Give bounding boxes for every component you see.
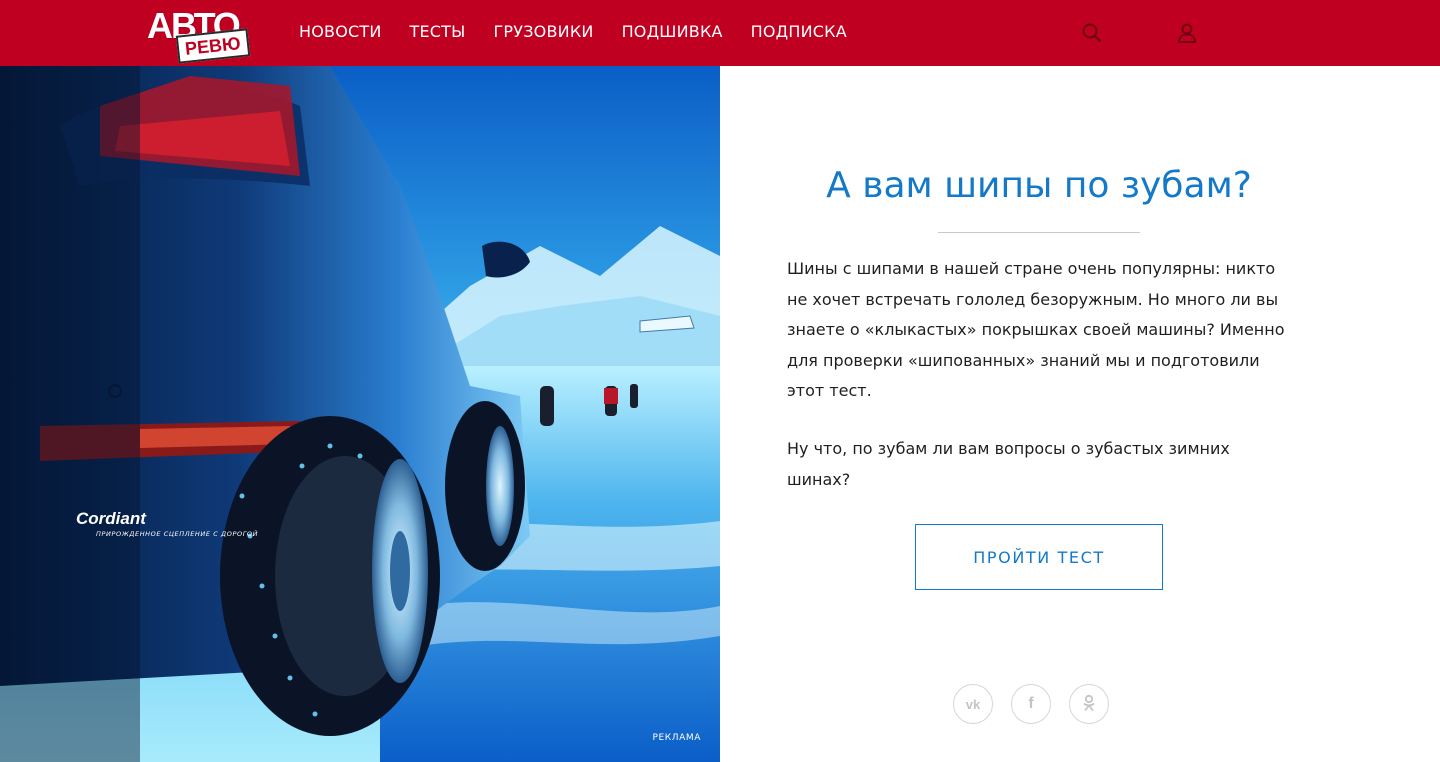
article-intro: Шины с шипами в нашей стране очень попул… [787,259,1285,400]
promo-brand-logo: Cordiant [76,509,146,528]
start-test-button[interactable]: ПРОЙТИ ТЕСТ [915,524,1163,590]
share-vk-button[interactable]: vk [953,684,993,724]
search-button[interactable] [1079,20,1105,46]
site-header: АВТО РЕВЮ НОВОСТИ ТЕСТЫ ГРУЗОВИКИ ПОДШИВ… [0,0,1440,66]
article-question: Ну что, по зубам ли вам вопросы о зубаст… [787,439,1230,489]
site-logo[interactable]: АВТО РЕВЮ [147,6,259,64]
facebook-icon: f [1028,695,1034,712]
nav-item-tests[interactable]: ТЕСТЫ [410,20,466,44]
user-button[interactable] [1174,20,1200,46]
nav-item-archive[interactable]: ПОДШИВКА [622,20,723,44]
share-buttons: vk f [953,684,1109,724]
share-facebook-button[interactable]: f [1011,684,1051,724]
nav-item-news[interactable]: НОВОСТИ [299,20,382,44]
logo-bottom-text: РЕВЮ [175,28,250,64]
promo-image [0,66,720,762]
share-odnoklassniki-button[interactable] [1069,684,1109,724]
nav-item-subscription[interactable]: ПОДПИСКА [751,20,847,44]
nav-item-trucks[interactable]: ГРУЗОВИКИ [493,20,593,44]
promo-tagline: ПРИРОЖДЕННОЕ СЦЕПЛЕНИЕ С ДОРОГОЙ [96,530,259,538]
article-title: А вам шипы по зубам? [826,165,1252,206]
odnoklassniki-icon [1082,694,1096,715]
vk-icon: vk [965,696,981,712]
promo-banner[interactable]: Cordiant ПРИРОЖДЕННОЕ СЦЕПЛЕНИЕ С ДОРОГО… [0,66,720,762]
ad-label: РЕКЛАМА [652,733,701,743]
article-panel: А вам шипы по зубам? Шины с шипами в наш… [720,66,1440,762]
search-icon [1082,23,1102,43]
title-divider [938,232,1140,233]
user-icon [1178,23,1196,43]
main-nav: НОВОСТИ ТЕСТЫ ГРУЗОВИКИ ПОДШИВКА ПОДПИСК… [299,20,875,44]
